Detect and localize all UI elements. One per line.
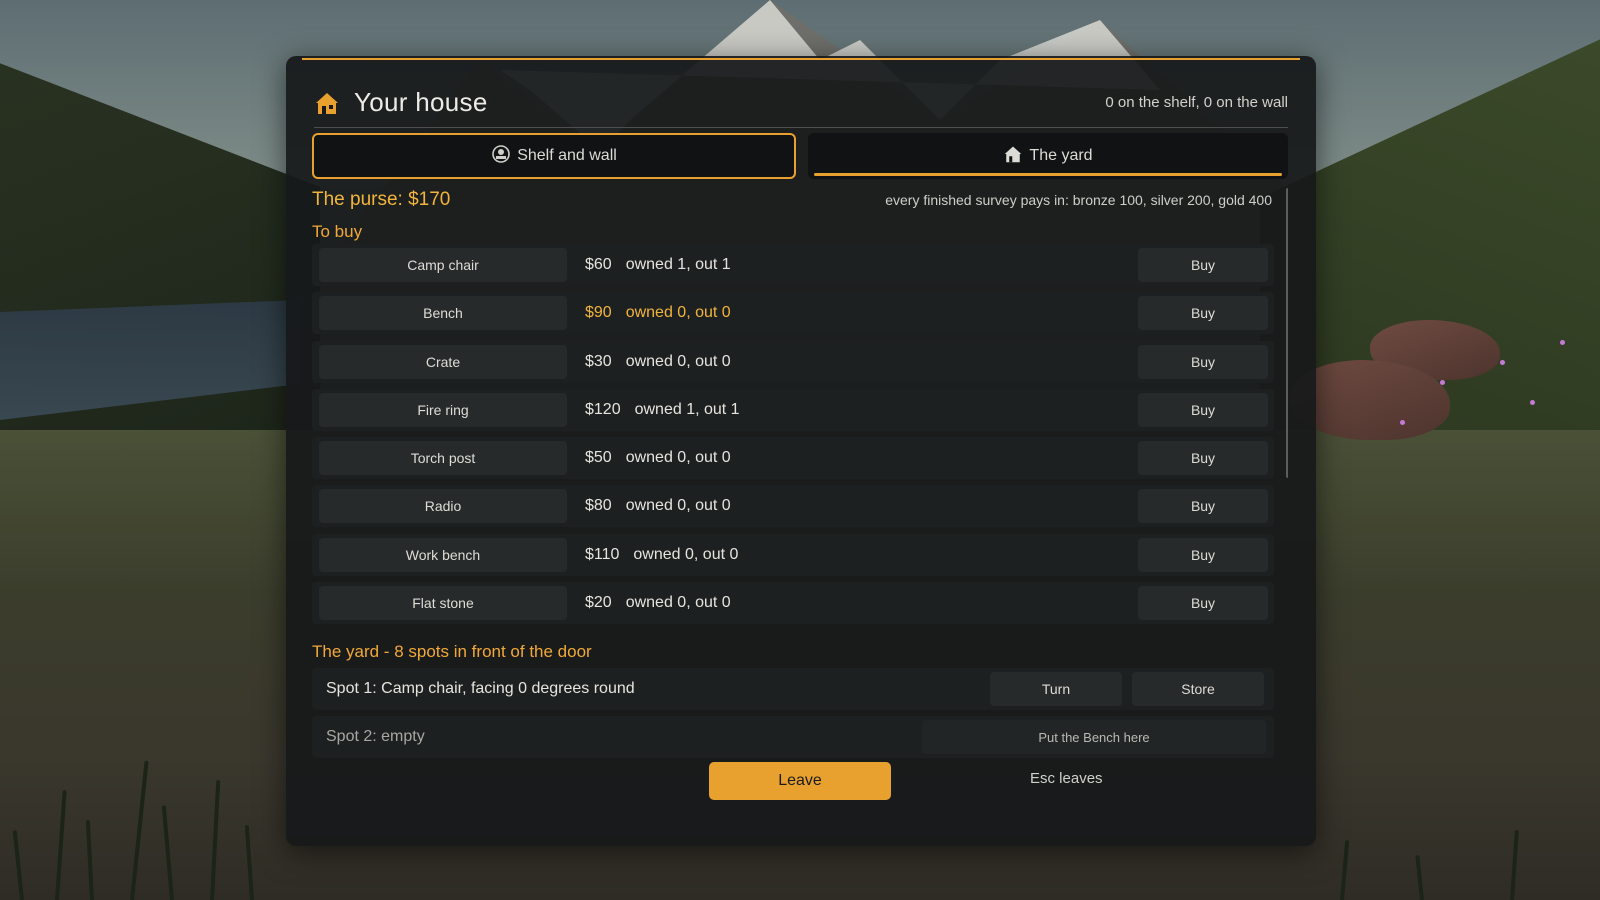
shop-row: Bench $90 owned 0, out 0 Buy xyxy=(312,292,1274,335)
tab-shelf-and-wall[interactable]: Shelf and wall xyxy=(312,133,796,179)
item-price: $30 xyxy=(585,352,612,370)
item-owned-count: owned 0, out 0 xyxy=(625,449,731,467)
buy-button[interactable]: Buy xyxy=(1138,537,1268,572)
item-name: Camp chair xyxy=(319,248,567,282)
to-buy-heading: To buy xyxy=(312,222,363,241)
purse-amount: The purse: $170 xyxy=(312,189,451,210)
buy-button[interactable]: Buy xyxy=(1138,489,1268,524)
item-name: Bench xyxy=(319,296,567,331)
shop-row: Radio $80 owned 0, out 0 Buy xyxy=(312,485,1274,528)
buy-button[interactable]: Buy xyxy=(1138,344,1268,379)
esc-hint: Esc leaves xyxy=(1030,770,1103,787)
grass-blade xyxy=(210,780,221,900)
tab-label: The yard xyxy=(1029,147,1093,164)
survey-payout-note: every finished survey pays in: bronze 10… xyxy=(885,192,1272,208)
shop-row: Fire ring $120 owned 1, out 1 Buy xyxy=(312,388,1274,431)
buy-button[interactable]: Buy xyxy=(1138,586,1268,621)
turn-button[interactable]: Turn xyxy=(990,672,1122,706)
grass-blade xyxy=(1340,840,1350,900)
shop-row: Camp chair $60 owned 1, out 1 Buy xyxy=(312,244,1274,286)
yard-spot-row: Spot 2: empty Put the Bench here xyxy=(312,716,1274,758)
buy-button[interactable]: Buy xyxy=(1138,248,1268,282)
tab-label: Shelf and wall xyxy=(517,147,617,164)
item-name: Fire ring xyxy=(319,392,567,427)
place-item-button[interactable]: Put the Bench here xyxy=(922,720,1266,754)
tab-content: The purse: $170 every finished survey pa… xyxy=(312,184,1288,816)
item-owned-count: owned 1, out 1 xyxy=(625,256,731,273)
shop-row: Work bench $110 owned 0, out 0 Buy xyxy=(312,533,1274,576)
flower xyxy=(1560,340,1565,345)
item-price: $120 xyxy=(585,400,621,418)
spot-label: Spot 1: Camp chair, facing 0 degrees rou… xyxy=(326,680,635,697)
leave-button[interactable]: Leave xyxy=(709,762,891,800)
yard-spot-row: Spot 1: Camp chair, facing 0 degrees rou… xyxy=(312,668,1274,710)
shop-row: Crate $30 owned 0, out 0 Buy xyxy=(312,340,1274,383)
buy-button[interactable]: Buy xyxy=(1138,392,1268,427)
item-owned-count: owned 0, out 0 xyxy=(625,352,731,370)
grass-blade xyxy=(161,805,174,900)
shop-row: Torch post $50 owned 0, out 0 Buy xyxy=(312,437,1274,480)
panel-footer: Leave Esc leaves xyxy=(286,756,1316,816)
item-price: $110 xyxy=(585,545,620,563)
item-name: Radio xyxy=(319,489,567,524)
grass-blade xyxy=(85,820,94,900)
item-owned-count: owned 0, out 0 xyxy=(625,594,731,612)
tab-bar: Shelf and wall The yard xyxy=(312,133,1288,179)
flower xyxy=(1440,380,1445,385)
panel-accent-line xyxy=(302,58,1300,60)
house-panel: Your house 0 on the shelf, 0 on the wall… xyxy=(286,56,1316,846)
item-price: $60 xyxy=(585,256,612,273)
store-button[interactable]: Store xyxy=(1132,672,1264,706)
shop-row: Flat stone $20 owned 0, out 0 Buy xyxy=(312,582,1274,625)
item-owned-count: owned 0, out 0 xyxy=(625,304,731,322)
shelf-wall-status: 0 on the shelf, 0 on the wall xyxy=(1105,94,1288,111)
item-name: Torch post xyxy=(319,441,567,476)
grass-blade xyxy=(55,790,67,900)
item-price: $50 xyxy=(585,449,612,467)
grass-blade xyxy=(12,830,24,900)
tab-the-yard[interactable]: The yard xyxy=(808,133,1288,179)
purse-row: The purse: $170 every finished survey pa… xyxy=(312,184,1272,216)
page-title: Your house xyxy=(354,87,488,117)
title-group: Your house xyxy=(314,87,488,118)
grass-blade xyxy=(1415,855,1424,900)
grass-blade xyxy=(244,825,254,900)
scrollbar[interactable] xyxy=(1286,188,1288,478)
grass-blade xyxy=(130,760,149,900)
item-owned-count: owned 0, out 0 xyxy=(633,545,739,563)
grass-blade xyxy=(1510,830,1519,900)
item-name: Work bench xyxy=(319,537,567,572)
flower xyxy=(1400,420,1405,425)
buy-button[interactable]: Buy xyxy=(1138,296,1268,331)
item-price: $80 xyxy=(585,497,612,515)
buy-button[interactable]: Buy xyxy=(1138,441,1268,476)
spot-label: Spot 2: empty xyxy=(326,728,425,745)
shelf-icon xyxy=(491,144,511,169)
item-owned-count: owned 0, out 0 xyxy=(625,497,731,515)
item-price: $20 xyxy=(585,594,612,612)
shop-list: Camp chair $60 owned 1, out 1 Buy Bench … xyxy=(312,244,1274,630)
grass-right xyxy=(1310,520,1600,900)
panel-header: Your house 0 on the shelf, 0 on the wall xyxy=(314,78,1288,128)
flower xyxy=(1500,360,1505,365)
grass-left xyxy=(0,480,290,900)
yard-heading: The yard - 8 spots in front of the door xyxy=(312,642,592,661)
item-owned-count: owned 1, out 1 xyxy=(634,400,740,418)
house-icon xyxy=(1003,145,1023,168)
flower xyxy=(1530,400,1535,405)
house-icon xyxy=(314,91,340,115)
item-name: Crate xyxy=(319,344,567,379)
item-price: $90 xyxy=(585,304,612,322)
item-name: Flat stone xyxy=(319,586,567,621)
